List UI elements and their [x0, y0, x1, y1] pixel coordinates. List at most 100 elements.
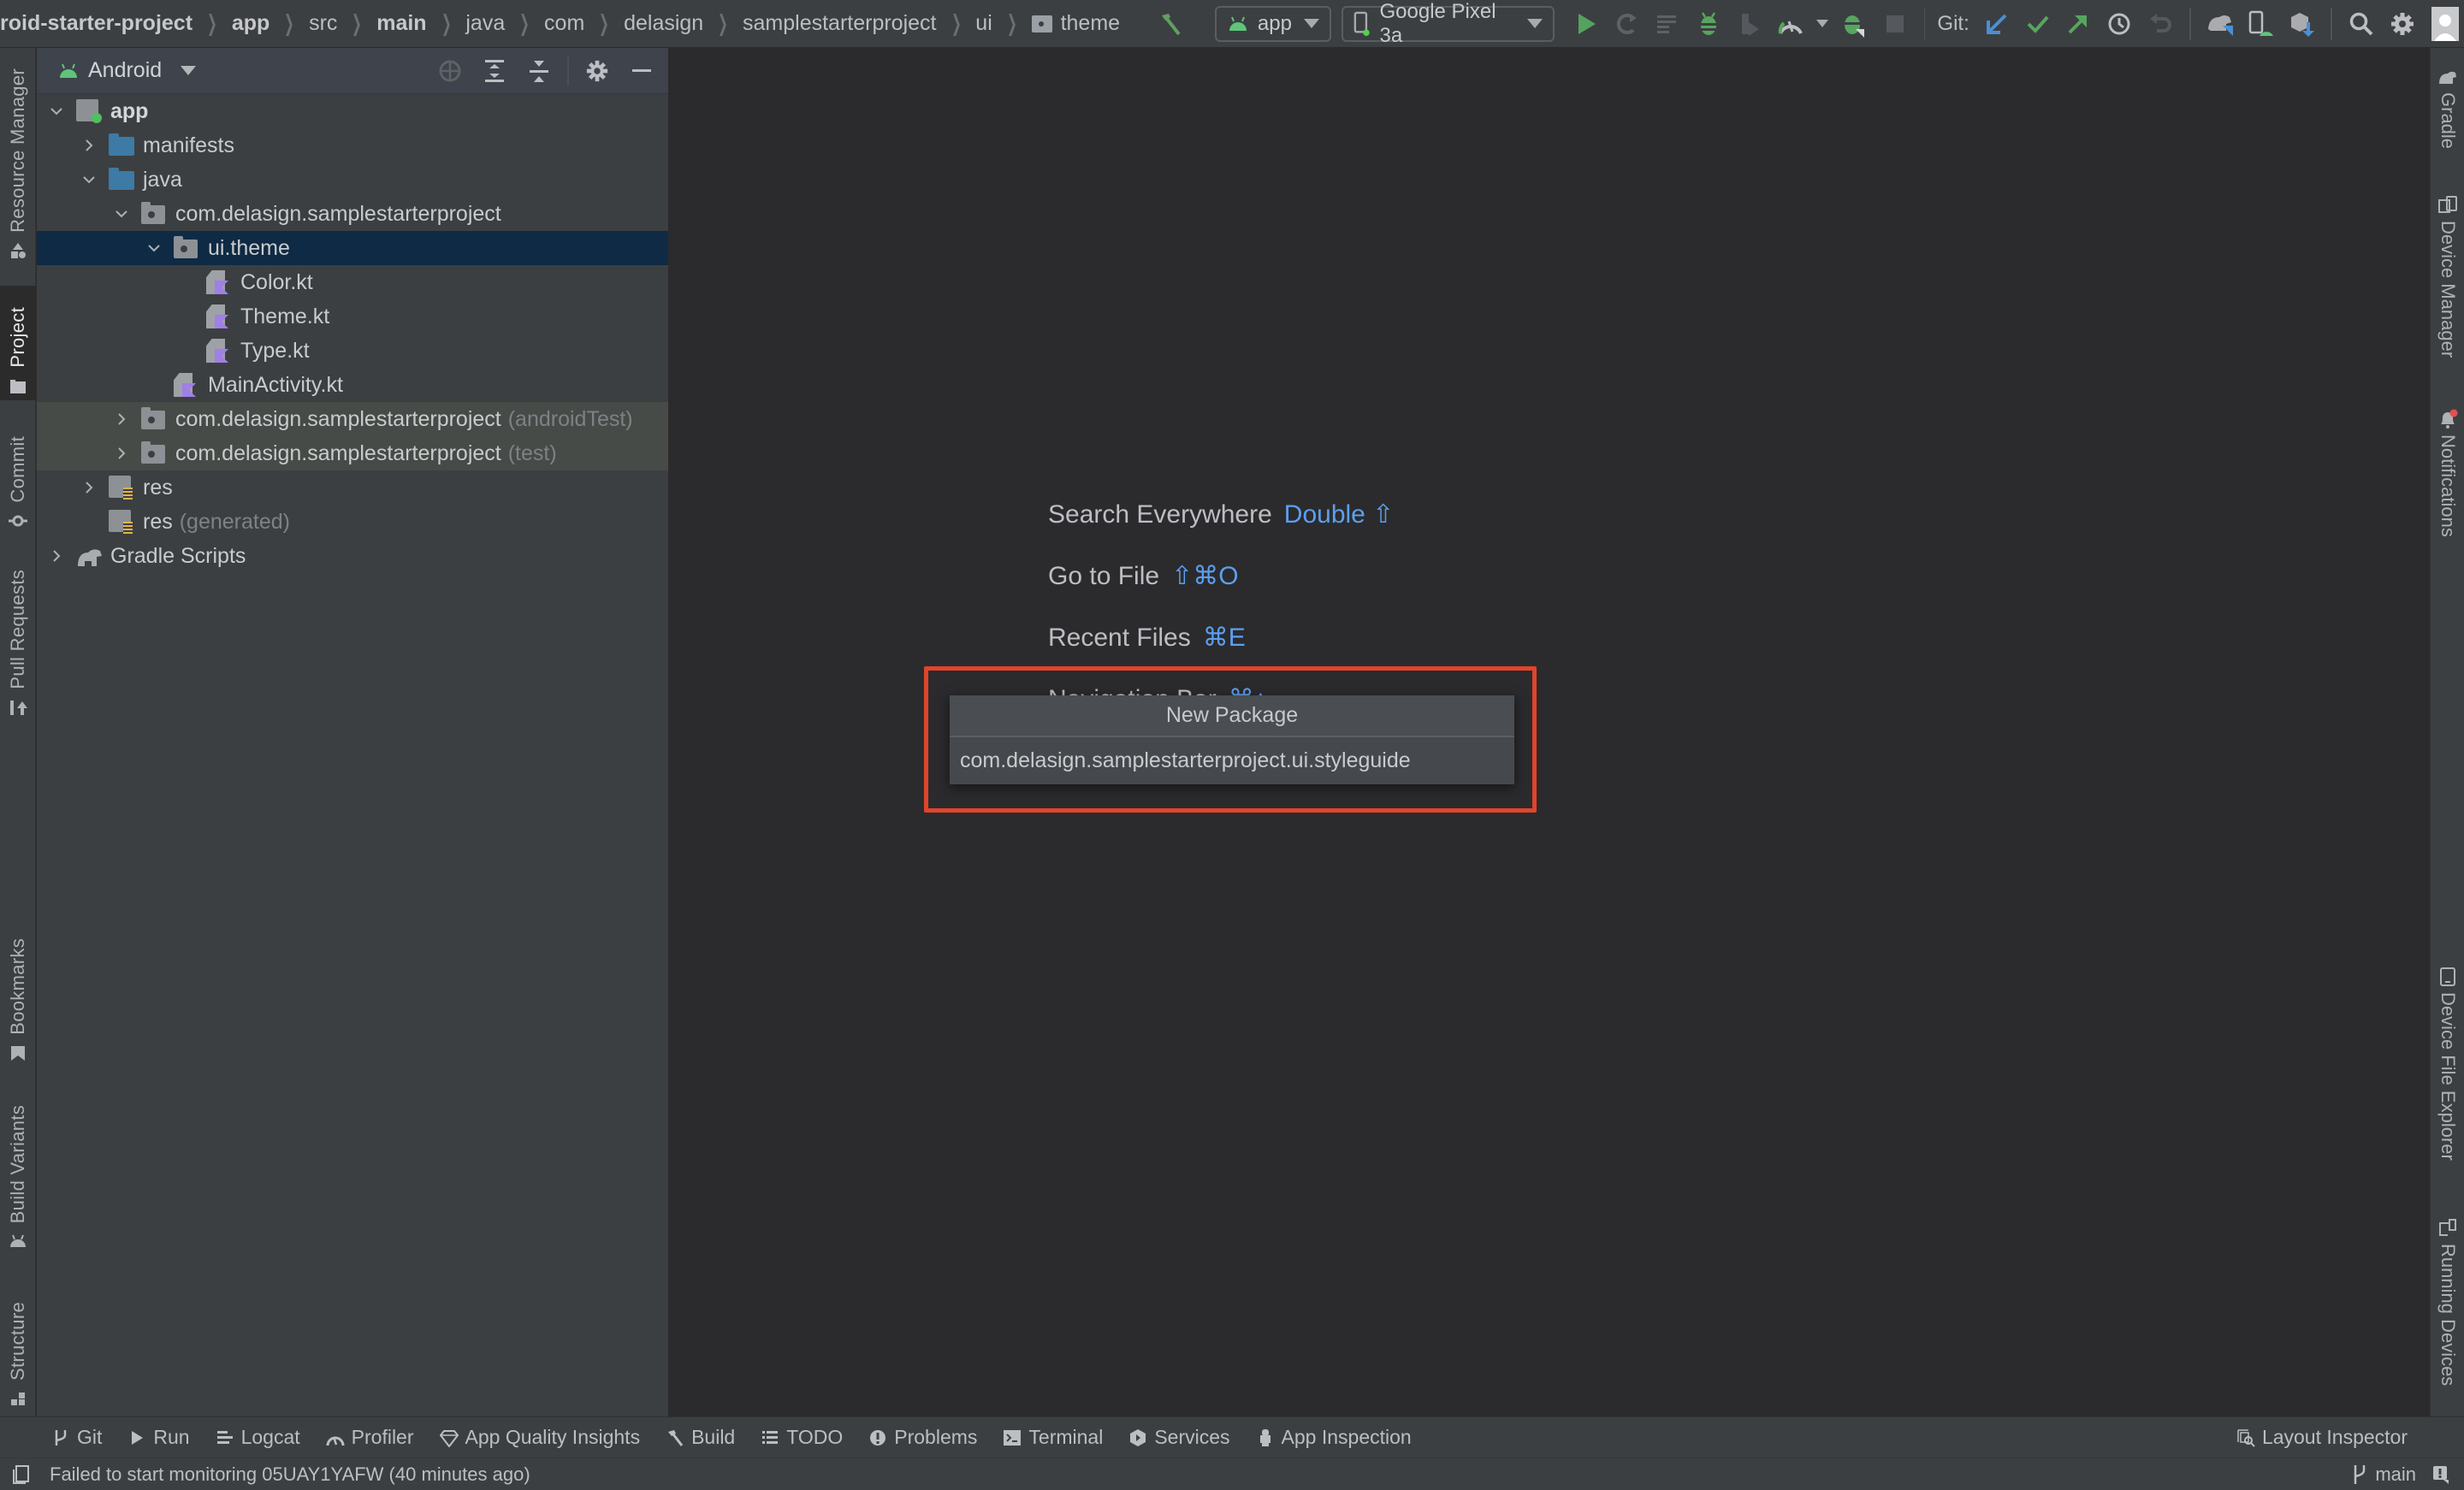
hammer-icon[interactable]: [1154, 7, 1187, 41]
git-rollback-icon[interactable]: [2144, 7, 2177, 41]
profile-dropdown-caret[interactable]: [1815, 20, 1828, 27]
toggle-tool-windows-icon[interactable]: [12, 1464, 31, 1485]
tool-build[interactable]: Build: [666, 1426, 735, 1449]
breadcrumb-item-com[interactable]: com: [544, 11, 584, 36]
tab-structure[interactable]: Structure: [0, 1276, 36, 1413]
tool-app-quality-insights[interactable]: App Quality Insights: [439, 1426, 640, 1449]
tab-gradle[interactable]: Gradle: [2431, 60, 2464, 154]
tab-commit[interactable]: Commit: [0, 424, 36, 535]
chevron-down-icon[interactable]: [181, 66, 197, 75]
tree-node[interactable]: com.delasign.samplestarterproject (androi…: [37, 402, 668, 436]
breadcrumb-item-samplestarterproject[interactable]: samplestarterproject: [743, 11, 936, 36]
tab-resource-manager[interactable]: Resource Manager: [0, 60, 36, 265]
tool-logcat[interactable]: Logcat: [216, 1426, 300, 1449]
tool-profiler[interactable]: Profiler: [326, 1426, 414, 1449]
breadcrumb-item-ui[interactable]: ui: [975, 11, 992, 36]
git-commit-icon[interactable]: [2022, 7, 2054, 41]
chevron-right-icon[interactable]: [47, 547, 66, 565]
expand-all-icon[interactable]: [478, 55, 511, 87]
run-with-coverage-icon[interactable]: [1733, 7, 1766, 41]
device-selector-dropdown[interactable]: Google Pixel 3a: [1341, 0, 1555, 47]
breadcrumb-item-main[interactable]: main: [376, 11, 426, 36]
search-icon[interactable]: [2345, 7, 2378, 41]
git-update-icon[interactable]: [1981, 7, 2013, 41]
tree-node[interactable]: res: [37, 470, 668, 505]
chevron-right-icon[interactable]: [80, 478, 98, 497]
chevron-down-icon[interactable]: [145, 239, 163, 257]
sync-gradle-icon[interactable]: [2204, 7, 2236, 41]
chevron-right-icon[interactable]: [112, 410, 131, 429]
tool-services[interactable]: Services: [1128, 1426, 1230, 1449]
tab-pull-requests[interactable]: Pull Requests: [0, 559, 36, 722]
tab-label: Commit: [7, 436, 28, 503]
folder-icon: [10, 380, 26, 393]
tab-build-variants[interactable]: Build Variants: [0, 1088, 36, 1256]
chevron-down-icon[interactable]: [47, 102, 66, 121]
breadcrumb-item-java[interactable]: java: [465, 11, 505, 36]
attach-debugger-icon[interactable]: [1838, 7, 1870, 41]
tool-problems[interactable]: Problems: [868, 1426, 977, 1449]
breadcrumb-item-theme[interactable]: theme: [1031, 11, 1120, 36]
run-icon[interactable]: [1570, 7, 1602, 41]
stop-icon[interactable]: [1879, 7, 1911, 41]
chevron-right-icon[interactable]: [112, 444, 131, 463]
apply-code-changes-icon[interactable]: [1651, 7, 1684, 41]
hint-label: Recent Files: [1048, 624, 1191, 652]
select-opened-file-icon[interactable]: [434, 55, 466, 87]
tree-node[interactable]: res (generated): [37, 505, 668, 539]
breadcrumb-item-src[interactable]: src: [309, 11, 337, 36]
tree-node[interactable]: com.delasign.samplestarterproject (test): [37, 436, 668, 470]
run-configuration-dropdown[interactable]: app: [1214, 5, 1331, 42]
tree-node[interactable]: java: [37, 163, 668, 197]
tab-label: Notifications: [2437, 435, 2459, 537]
tab-project[interactable]: Project: [0, 286, 36, 400]
project-view-selector[interactable]: Android: [88, 58, 162, 83]
settings-icon[interactable]: [2386, 7, 2419, 41]
hide-panel-icon[interactable]: [625, 55, 658, 87]
tool-run[interactable]: Run: [127, 1426, 190, 1449]
apply-changes-icon[interactable]: [1611, 7, 1644, 41]
status-message[interactable]: Failed to start monitoring 05UAY1YAFW (4…: [50, 1463, 530, 1486]
settings-icon[interactable]: [581, 55, 613, 87]
git-branch-widget[interactable]: main: [2351, 1463, 2450, 1486]
profile-icon[interactable]: [1774, 7, 1807, 41]
tool-layout-inspector[interactable]: Layout Inspector: [2236, 1426, 2408, 1449]
run-icon: [132, 1430, 144, 1445]
tool-terminal[interactable]: Terminal: [1003, 1426, 1103, 1449]
git-push-icon[interactable]: [2062, 7, 2094, 41]
tab-bookmarks[interactable]: Bookmarks: [0, 924, 36, 1067]
tree-node[interactable]: ui.theme: [37, 231, 668, 265]
tab-running-devices[interactable]: Running Devices: [2431, 1211, 2464, 1391]
breadcrumb-separator: ❯: [1006, 10, 1017, 36]
resource-folder-icon: [109, 510, 134, 534]
collapse-all-icon[interactable]: [523, 55, 555, 87]
chevron-down-icon[interactable]: [112, 204, 131, 223]
breadcrumb-item-project[interactable]: roid-starter-project: [0, 11, 192, 36]
git-history-icon[interactable]: [2103, 7, 2135, 41]
tree-node[interactable]: Gradle Scripts: [37, 539, 668, 573]
tab-notifications[interactable]: Notifications: [2431, 402, 2464, 542]
tree-node[interactable]: Color.kt: [37, 265, 668, 299]
tool-app-inspection[interactable]: App Inspection: [1256, 1426, 1412, 1449]
chevron-right-icon[interactable]: [80, 136, 98, 155]
tab-device-manager[interactable]: Device Manager: [2431, 188, 2464, 363]
tree-node[interactable]: app: [37, 94, 668, 128]
tab-device-file-explorer[interactable]: Device File Explorer: [2431, 960, 2464, 1166]
tree-node[interactable]: MainActivity.kt: [37, 368, 668, 402]
tree-node[interactable]: com.delasign.samplestarterproject: [37, 197, 668, 231]
breadcrumb-item-app[interactable]: app: [232, 11, 270, 36]
tool-todo[interactable]: TODO: [761, 1426, 843, 1449]
tree-node[interactable]: Type.kt: [37, 334, 668, 368]
event-log-icon[interactable]: [2431, 1464, 2450, 1485]
hint-shortcut: ⌘E: [1202, 624, 1246, 652]
chevron-down-icon[interactable]: [80, 170, 98, 189]
device-manager-icon[interactable]: [2245, 7, 2277, 41]
package-name-input[interactable]: [950, 737, 1514, 784]
avatar[interactable]: [2431, 6, 2460, 41]
breadcrumb-item-delasign[interactable]: delasign: [624, 11, 703, 36]
sdk-manager-icon[interactable]: [2286, 7, 2319, 41]
debug-icon[interactable]: [1692, 7, 1725, 41]
tree-node[interactable]: Theme.kt: [37, 299, 668, 334]
tree-node[interactable]: manifests: [37, 128, 668, 163]
tool-git[interactable]: Git: [51, 1426, 102, 1449]
